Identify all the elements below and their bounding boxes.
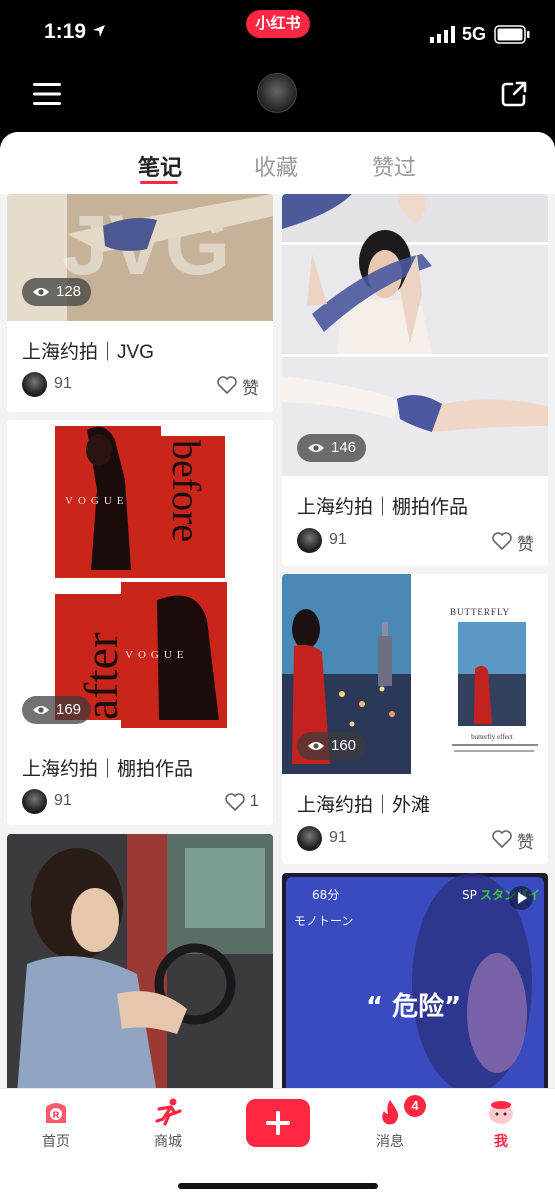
running-figure-icon — [155, 1098, 182, 1126]
cover-text: モノトーン — [294, 914, 353, 928]
view-count-badge: 160 — [297, 732, 367, 760]
heart-icon — [492, 830, 512, 849]
like-button[interactable]: 1 — [224, 791, 259, 812]
view-count: 169 — [56, 701, 82, 718]
battery-icon — [494, 25, 530, 44]
nav-me[interactable]: 我 — [461, 1097, 541, 1151]
view-count-badge: 169 — [22, 696, 92, 724]
author-name[interactable]: 91 — [329, 531, 347, 549]
nav-messages-label: 消息 — [376, 1133, 404, 1149]
like-button[interactable]: 赞 — [491, 530, 534, 555]
cover-text: “ 危险” — [366, 991, 461, 1022]
nav-mall[interactable]: 商城 — [128, 1097, 208, 1151]
view-count: 160 — [331, 737, 357, 754]
home-icon: R — [46, 1103, 66, 1123]
status-time: 1:19 — [44, 20, 87, 43]
flame-icon — [382, 1100, 399, 1125]
author-name[interactable]: 91 — [54, 792, 72, 810]
note-card[interactable]: VOGUE before after VOGUE 169 上海约拍｜棚拍作品 9… — [7, 420, 273, 825]
author-name[interactable]: 91 — [54, 375, 72, 393]
nav-mall-label: 商城 — [154, 1133, 182, 1149]
heart-icon — [217, 376, 237, 395]
like-count: 1 — [249, 791, 259, 810]
heart-icon — [492, 532, 512, 551]
cover-text: before — [164, 440, 209, 542]
view-count: 146 — [331, 439, 357, 456]
note-card[interactable]: JVG 128 上海约拍｜JVG 91 赞 — [7, 194, 273, 412]
app-logo-pill: 小红书 — [246, 10, 310, 38]
like-count: 赞 — [517, 833, 534, 852]
author-avatar[interactable] — [297, 826, 322, 851]
home-indicator — [178, 1183, 378, 1189]
video-play-icon — [509, 886, 533, 910]
bottom-navigation: R 首页 商城 消息 4 我 — [0, 1088, 555, 1200]
note-cover-image: VOGUE before after VOGUE — [7, 420, 273, 736]
eye-icon — [33, 706, 49, 714]
location-arrow-icon — [93, 25, 105, 37]
active-tab-indicator — [140, 181, 178, 184]
profile-header — [0, 70, 555, 130]
eye-icon — [308, 742, 324, 750]
menu-icon[interactable] — [33, 82, 61, 106]
note-title: 上海约拍｜JVG — [22, 342, 154, 363]
status-bar: 1:19 小红书 5G — [0, 0, 555, 70]
cover-text: butterfly effect — [471, 733, 513, 741]
author-name[interactable]: 91 — [329, 829, 347, 847]
me-avatar-icon — [489, 1101, 513, 1124]
network-type: 5G — [462, 24, 487, 44]
view-count: 128 — [56, 283, 82, 300]
cover-text: SP — [462, 888, 477, 902]
like-count: 赞 — [517, 535, 534, 554]
signal-icon — [430, 26, 455, 43]
like-button[interactable]: 赞 — [491, 828, 534, 853]
eye-icon — [33, 288, 49, 296]
author-avatar[interactable] — [297, 528, 322, 553]
note-title: 上海约拍｜棚拍作品 — [297, 497, 469, 518]
like-count: 赞 — [242, 379, 259, 398]
cover-text: VOGUE — [65, 495, 129, 507]
heart-icon — [224, 793, 245, 812]
author-avatar[interactable] — [22, 372, 47, 397]
view-count-badge: 128 — [22, 278, 92, 306]
publish-button[interactable] — [246, 1099, 310, 1147]
note-card[interactable]: 146 上海约拍｜棚拍作品 91 赞 — [282, 194, 548, 566]
profile-avatar[interactable] — [257, 73, 297, 113]
like-button[interactable]: 赞 — [216, 374, 259, 399]
view-count-badge: 146 — [297, 434, 367, 462]
notes-feed[interactable]: JVG 128 上海约拍｜JVG 91 赞 — [0, 194, 555, 1088]
eye-icon — [308, 444, 324, 452]
profile-tabs: 笔记 收藏 赞过 — [0, 132, 555, 194]
svg-text:R: R — [53, 1110, 60, 1120]
note-card[interactable]: BUTTERFLY butterfly effect 160 上海约拍｜外滩 9… — [282, 574, 548, 864]
nav-home[interactable]: R 首页 — [16, 1097, 96, 1151]
nav-me-label: 我 — [494, 1133, 508, 1149]
messages-badge: 4 — [404, 1095, 426, 1117]
note-card[interactable]: 68分 SP スタンバイ モノトーン “ 危险” — [282, 873, 548, 1088]
note-title: 上海约拍｜棚拍作品 — [22, 759, 194, 780]
share-icon[interactable] — [500, 80, 528, 108]
cover-text: VOGUE — [125, 649, 189, 661]
tab-liked[interactable]: 赞过 — [372, 150, 416, 182]
note-card[interactable] — [7, 834, 273, 1088]
note-title: 上海约拍｜外滩 — [297, 795, 431, 816]
author-avatar[interactable] — [22, 789, 47, 814]
cover-text: BUTTERFLY — [450, 607, 510, 617]
nav-home-label: 首页 — [42, 1133, 70, 1149]
tab-notes[interactable]: 笔记 — [138, 150, 182, 182]
cover-text: 68分 — [312, 888, 339, 902]
content-panel: 笔记 收藏 赞过 JVG 128 上海约拍｜JVG 91 赞 — [0, 132, 555, 1200]
plus-icon — [266, 1111, 290, 1135]
note-cover-image — [7, 834, 273, 1088]
tab-collections[interactable]: 收藏 — [254, 150, 298, 182]
